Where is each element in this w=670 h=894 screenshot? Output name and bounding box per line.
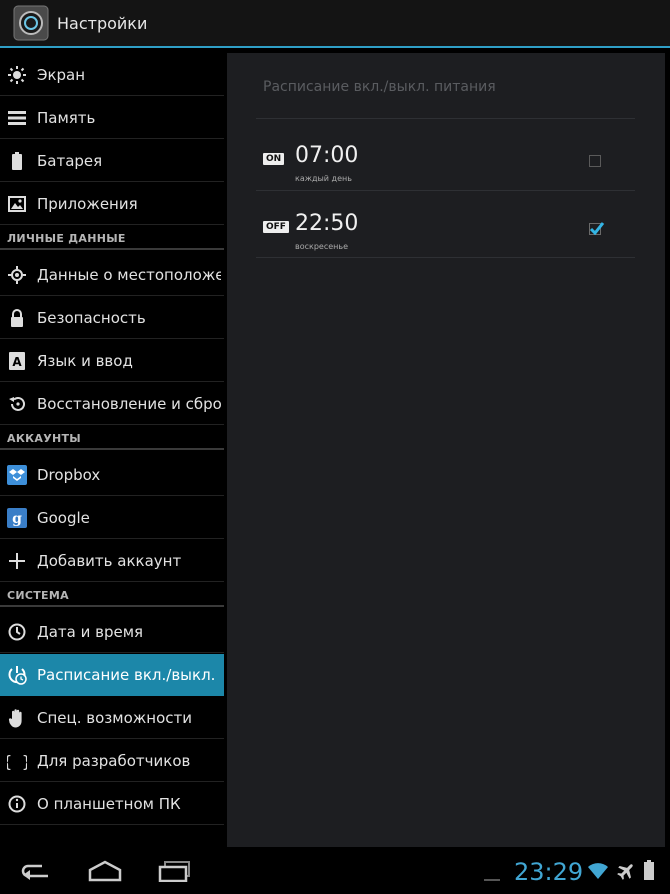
- sidebar-item-label: Безопасность: [37, 308, 146, 327]
- schedule-repeat: каждый день: [295, 174, 352, 183]
- hand-icon: [7, 708, 27, 728]
- sidebar-item-storage[interactable]: Память: [0, 97, 224, 139]
- on-badge: ON: [263, 153, 285, 165]
- sidebar-item-label: Экран: [37, 65, 86, 84]
- section-header-personal: ЛИЧНЫЕ ДАННЫЕ: [0, 230, 224, 250]
- action-bar: Настройки: [0, 0, 670, 48]
- home-icon[interactable]: [88, 860, 122, 886]
- sidebar-item-power-schedule[interactable]: Расписание вкл./выкл.: [0, 654, 224, 696]
- off-badge: OFF: [263, 221, 289, 233]
- back-icon[interactable]: [20, 860, 52, 886]
- braces-icon: { }: [7, 751, 27, 771]
- sidebar-item-label: Язык и ввод: [37, 351, 133, 370]
- sidebar-item-developer[interactable]: { } Для разработчиков: [0, 740, 224, 782]
- sidebar-item-label: Добавить аккаунт: [37, 551, 182, 570]
- sidebar-item-label: О планшетном ПК: [37, 794, 181, 813]
- restore-icon: [7, 394, 27, 414]
- sidebar-item-label: Данные о местоположе: [37, 265, 221, 284]
- battery-status-icon: [644, 860, 654, 884]
- content-title: Расписание вкл./выкл. питания: [263, 79, 496, 95]
- sidebar-item-google[interactable]: g Google: [0, 497, 224, 539]
- clock-icon: [7, 622, 27, 642]
- action-bar-divider: [0, 46, 670, 48]
- sidebar-item-label: Дата и время: [37, 622, 144, 641]
- system-bar: 23:29: [0, 850, 670, 894]
- settings-app-icon[interactable]: [13, 5, 49, 41]
- content-pane: Расписание вкл./выкл. питания ON 07:00 к…: [227, 53, 665, 847]
- sidebar-item-apps[interactable]: Приложения: [0, 183, 224, 225]
- apps-picture-icon: [7, 194, 27, 214]
- sidebar-item-add-account[interactable]: Добавить аккаунт: [0, 540, 224, 582]
- google-icon: g: [7, 507, 27, 528]
- notification-dash-icon[interactable]: [484, 868, 500, 887]
- sidebar-item-language[interactable]: A Язык и ввод: [0, 340, 224, 382]
- power-schedule-icon: [7, 665, 27, 685]
- info-icon: [7, 794, 27, 814]
- language-keyboard-icon: A: [7, 351, 27, 371]
- airplane-mode-icon: [617, 862, 635, 884]
- schedule-checkbox-off[interactable]: [589, 222, 605, 235]
- sidebar-item-label: Батарея: [37, 151, 103, 170]
- schedule-time: 07:00: [295, 143, 359, 168]
- section-header-accounts: АККАУНТЫ: [0, 430, 224, 450]
- settings-sidebar: Экран Память Батарея Приложения ЛИЧНЫЕ Д…: [0, 53, 224, 826]
- schedule-checkbox-on[interactable]: [589, 155, 601, 167]
- status-clock[interactable]: 23:29: [514, 858, 583, 886]
- sidebar-item-about[interactable]: О планшетном ПК: [0, 783, 224, 825]
- sidebar-item-label: Google: [37, 508, 90, 527]
- section-header-system: СИСТЕМА: [0, 587, 224, 607]
- sidebar-item-label: Восстановление и сброс: [37, 394, 221, 413]
- app-title: Настройки: [57, 14, 148, 33]
- sidebar-item-label: Приложения: [37, 194, 138, 213]
- brightness-icon: [7, 65, 27, 85]
- schedule-row-on[interactable]: ON 07:00 каждый день: [256, 123, 635, 190]
- sidebar-item-label: Dropbox: [37, 465, 101, 484]
- location-icon: [7, 265, 27, 285]
- schedule-repeat: воскресенье: [295, 242, 349, 251]
- svg-text:A: A: [12, 355, 22, 369]
- sidebar-item-label: Для разработчиков: [37, 751, 191, 770]
- wifi-icon: [587, 862, 609, 884]
- sidebar-item-dropbox[interactable]: Dropbox: [0, 454, 224, 496]
- dropbox-icon: [7, 464, 27, 485]
- svg-text:{ }: { }: [7, 752, 27, 770]
- sidebar-item-location[interactable]: Данные о местоположе: [0, 254, 224, 296]
- svg-text:g: g: [12, 511, 22, 527]
- battery-icon: [7, 151, 27, 171]
- recent-apps-icon[interactable]: [158, 860, 192, 886]
- divider: [256, 257, 635, 258]
- sidebar-item-display[interactable]: Экран: [0, 54, 224, 96]
- checkmark-icon: [589, 222, 605, 235]
- divider: [256, 118, 635, 119]
- sidebar-item-label: Спец. возможности: [37, 708, 192, 727]
- sidebar-item-security[interactable]: Безопасность: [0, 297, 224, 339]
- sidebar-item-battery[interactable]: Батарея: [0, 140, 224, 182]
- schedule-row-off[interactable]: OFF 22:50 воскресенье: [256, 191, 635, 258]
- storage-icon: [7, 108, 27, 128]
- sidebar-item-label: Расписание вкл./выкл.: [37, 666, 216, 684]
- sidebar-item-accessibility[interactable]: Спец. возможности: [0, 697, 224, 739]
- plus-icon: [7, 551, 27, 571]
- sidebar-item-date-time[interactable]: Дата и время: [0, 611, 224, 653]
- schedule-time: 22:50: [295, 211, 359, 236]
- sidebar-item-label: Память: [37, 108, 96, 127]
- lock-icon: [7, 308, 27, 328]
- sidebar-item-backup-reset[interactable]: Восстановление и сброс: [0, 383, 224, 425]
